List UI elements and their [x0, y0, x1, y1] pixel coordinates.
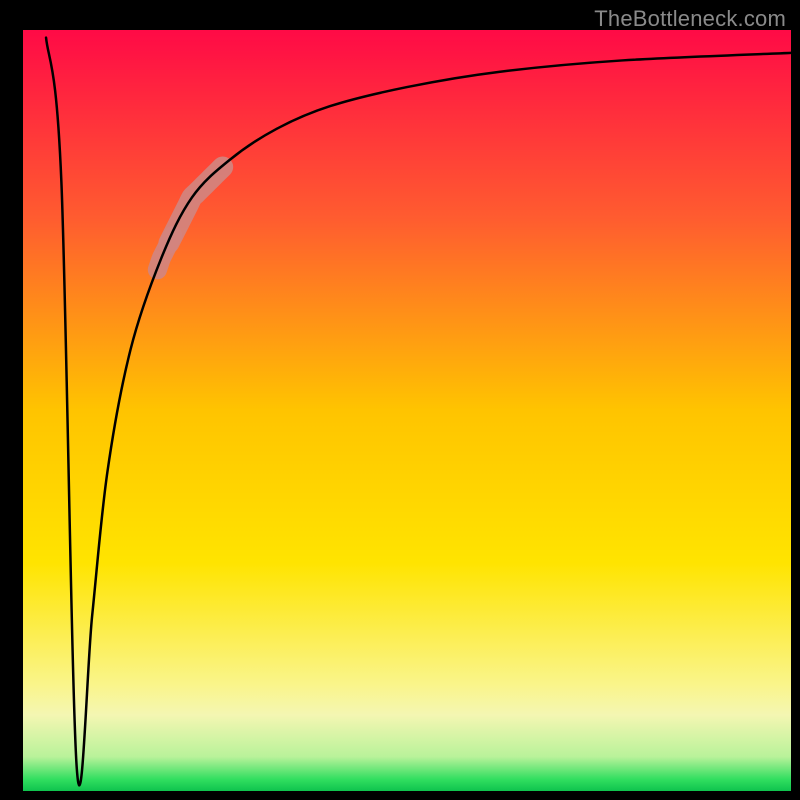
plot-background — [23, 30, 791, 791]
bottleneck-chart — [0, 0, 800, 800]
watermark-text: TheBottleneck.com — [594, 6, 786, 32]
chart-frame: TheBottleneck.com — [0, 0, 800, 800]
